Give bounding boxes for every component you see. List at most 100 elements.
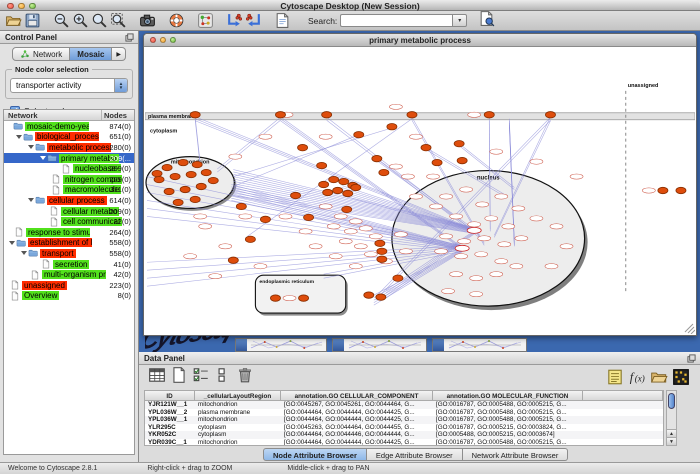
- network-edge[interactable]: [217, 117, 280, 169]
- network-node-label[interactable]: [495, 259, 508, 264]
- minimized-titlebar[interactable]: [433, 339, 444, 351]
- network-node-label[interactable]: [409, 134, 422, 139]
- network-node-label[interactable]: [364, 252, 377, 257]
- table-cell[interactable]: [GO:0016787, GO:0005215, GO:0003824, G..…: [433, 424, 583, 432]
- network-node-label[interactable]: [349, 219, 362, 224]
- network-node-label[interactable]: [450, 214, 463, 219]
- network-node[interactable]: [323, 189, 333, 195]
- table-cell[interactable]: plasma membrane: [195, 409, 281, 417]
- table-row[interactable]: YKR052Ccytoplasm[GO:0044464, GO:0044446,…: [145, 431, 663, 439]
- tab-overflow-button[interactable]: ▶: [112, 47, 126, 61]
- network-node[interactable]: [377, 256, 387, 262]
- network-node[interactable]: [304, 214, 314, 220]
- network-node-label[interactable]: [254, 264, 267, 269]
- network-node[interactable]: [372, 155, 382, 161]
- network-node[interactable]: [164, 188, 174, 194]
- tree-row-primary-metabo[interactable]: primary metabo209(...: [4, 153, 134, 164]
- network-node[interactable]: [354, 132, 364, 138]
- zoom-out-icon[interactable]: [53, 12, 70, 29]
- network-node-label[interactable]: [389, 104, 402, 109]
- minimized-network-window[interactable]: [332, 338, 427, 352]
- tree-row-overview[interactable]: Overview8(0): [4, 291, 134, 302]
- tree-row-establishment-of-lo[interactable]: establishment of lo558(0): [4, 238, 134, 249]
- network-node-label[interactable]: [440, 194, 453, 199]
- tab-network-attribute-browser[interactable]: Network Attribute Browser: [463, 448, 569, 461]
- network-node[interactable]: [379, 169, 389, 175]
- scroll-down-icon[interactable]: ▼: [667, 437, 676, 445]
- network-node[interactable]: [329, 176, 339, 182]
- disclosure-triangle-icon[interactable]: [40, 156, 46, 160]
- network-node[interactable]: [407, 112, 417, 118]
- disclosure-triangle-icon[interactable]: [16, 135, 22, 139]
- column-header-3[interactable]: annotation.GO MOLECULAR_FUNCTION: [433, 391, 583, 401]
- network-node-label[interactable]: [450, 272, 463, 277]
- table-cell[interactable]: [GO:0045267, GO:0045261, GO:0044464, G..…: [281, 401, 433, 409]
- color-attribute-combobox[interactable]: transporter activity ▲▼: [10, 78, 128, 93]
- network-node[interactable]: [432, 159, 442, 165]
- network-node[interactable]: [180, 186, 190, 192]
- disclosure-triangle-icon[interactable]: [28, 145, 34, 149]
- help-ring-icon[interactable]: [168, 12, 185, 29]
- unselect-attributes-icon[interactable]: [214, 366, 232, 384]
- network-node[interactable]: [190, 196, 200, 202]
- network-node-label[interactable]: [283, 296, 296, 301]
- network-node-label[interactable]: [327, 224, 340, 229]
- table-row[interactable]: YPL036W__1mitochondrion[GO:0044464, GO:0…: [145, 416, 663, 424]
- tree-row-nitrogen-compo[interactable]: nitrogen compo209(0): [4, 174, 134, 185]
- network-node-label[interactable]: [470, 292, 483, 297]
- table-cell[interactable]: YJR121W__1: [145, 401, 195, 409]
- network-node-label[interactable]: [490, 272, 503, 277]
- network-node[interactable]: [245, 236, 255, 242]
- table-cell[interactable]: YKR052C: [145, 431, 195, 439]
- network-node-label[interactable]: [309, 244, 322, 249]
- network-node-label[interactable]: [530, 159, 543, 164]
- table-cell[interactable]: cytoplasm: [195, 431, 281, 439]
- network-node-label[interactable]: [409, 194, 422, 199]
- network-node-label[interactable]: [485, 216, 498, 221]
- import-attributes-icon[interactable]: [650, 368, 668, 386]
- delete-attribute-icon[interactable]: [236, 366, 254, 384]
- tree-row-nucleobase-[interactable]: nucleobase-209(0): [4, 163, 134, 174]
- zoom-actual-icon[interactable]: [91, 12, 108, 29]
- network-node[interactable]: [190, 112, 200, 118]
- network-node[interactable]: [196, 183, 206, 189]
- minimized-network-window[interactable]: [235, 338, 327, 352]
- network-node-label[interactable]: [498, 242, 511, 247]
- disclosure-triangle-icon[interactable]: [28, 198, 34, 202]
- tree-row-metabolic-process[interactable]: metabolic process280(0): [4, 142, 134, 153]
- tree-row-macromolecule[interactable]: macromolecule311(0): [4, 185, 134, 196]
- network-node-label[interactable]: [194, 214, 207, 219]
- network-node[interactable]: [545, 112, 555, 118]
- network-edge[interactable]: [217, 120, 280, 172]
- table-row[interactable]: YDR039C__1mitochondrion[GO:0044464, GO:0…: [145, 439, 663, 446]
- annotation-icon[interactable]: [274, 12, 291, 29]
- network-node[interactable]: [173, 199, 183, 205]
- float-panel-icon[interactable]: [125, 33, 134, 42]
- network-node-label[interactable]: [184, 254, 197, 259]
- tree-row-cellular-process[interactable]: cellular process614(0): [4, 195, 134, 206]
- network-node-label[interactable]: [530, 216, 543, 221]
- network-node-label[interactable]: [199, 224, 212, 229]
- network-view-titlebar[interactable]: primary metabolic process: [144, 34, 696, 47]
- network-node-label[interactable]: [455, 254, 468, 259]
- network-node[interactable]: [201, 169, 211, 175]
- scrollbar-thumb[interactable]: [668, 393, 675, 409]
- table-cell[interactable]: mitochondrion: [195, 416, 281, 424]
- network-node-label[interactable]: [442, 289, 455, 294]
- disclosure-triangle-icon[interactable]: [9, 241, 15, 245]
- network-node-label[interactable]: [344, 229, 357, 234]
- network-node[interactable]: [154, 176, 164, 182]
- network-node-label[interactable]: [334, 214, 347, 219]
- network-node[interactable]: [260, 216, 270, 222]
- table-cell[interactable]: [GO:0044464, GO:0044444, GO:0044425, G..…: [281, 416, 433, 424]
- network-node[interactable]: [454, 140, 464, 146]
- network-node-label[interactable]: [512, 206, 525, 211]
- network-node-label[interactable]: [354, 244, 367, 249]
- network-node[interactable]: [484, 112, 494, 118]
- network-node[interactable]: [676, 187, 686, 193]
- resize-grip-icon[interactable]: [685, 324, 695, 334]
- attribute-table-icon[interactable]: [148, 366, 166, 384]
- tree-row-biological-process[interactable]: biological_process651(0): [4, 132, 134, 143]
- network-node[interactable]: [375, 240, 385, 246]
- network-node-label[interactable]: [476, 202, 489, 207]
